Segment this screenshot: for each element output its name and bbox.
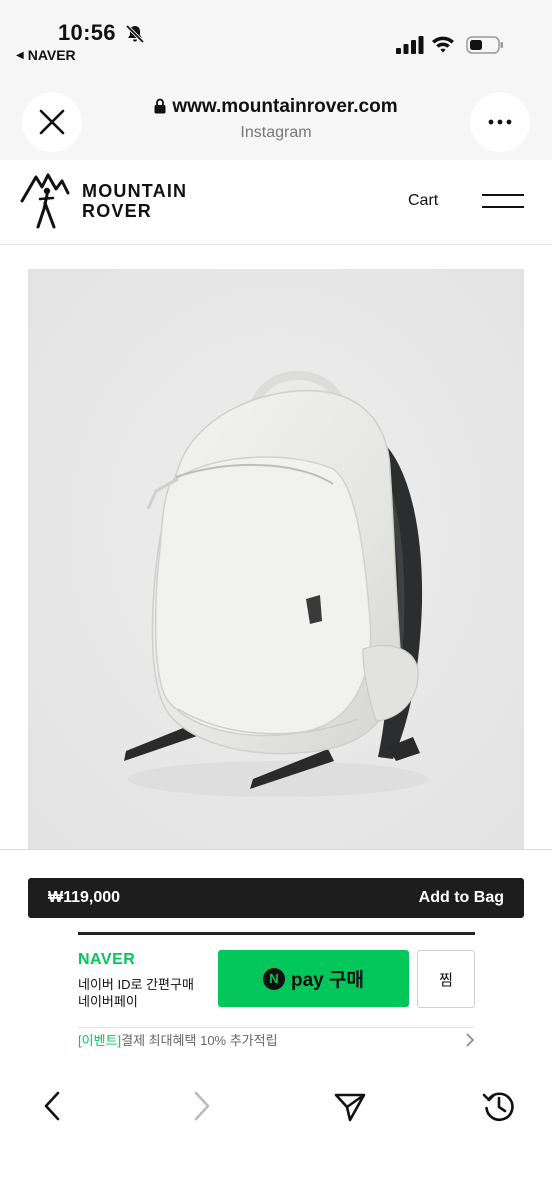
forward-icon (194, 1091, 210, 1121)
white-backpack-photo (28, 269, 524, 849)
divider (0, 849, 552, 850)
site-header: MOUNTAIN ROVER Cart (0, 160, 552, 245)
naver-desc-line-2: 네이버페이 (78, 994, 138, 1009)
event-text: 결제 최대혜택 10% 추가적립 (121, 1033, 278, 1048)
chevron-right-icon (466, 1033, 475, 1047)
npay-label: pay 구매 (291, 970, 364, 991)
naver-pay-panel: NAVER 네이버 ID로 간편구매 네이버페이 N pay 구매 찜 (78, 932, 475, 1028)
naver-event-row[interactable]: [이벤트]결제 최대혜택 10% 추가적립 (78, 1030, 475, 1052)
npay-n-icon: N (263, 967, 285, 990)
product-image[interactable] (28, 269, 524, 849)
back-to-app-link[interactable]: ◀ NAVER (16, 47, 76, 63)
url-display[interactable]: www.mountainrover.com (0, 96, 552, 118)
mountain-rover-logo-icon[interactable] (20, 171, 70, 229)
status-time: 10:56 (58, 20, 116, 45)
cart-link[interactable]: Cart (408, 192, 438, 210)
logo-line-1: MOUNTAIN (82, 181, 188, 201)
url-subtitle: Instagram (240, 124, 312, 141)
naver-brand: NAVER (78, 951, 136, 968)
wifi-icon (432, 36, 454, 53)
wishlist-button[interactable]: 찜 (417, 950, 475, 1008)
signal-icon (396, 36, 424, 54)
purchase-bar[interactable]: ₩119,000 Add to Bag (28, 878, 524, 918)
browser-bottom-bar (0, 1070, 552, 1200)
url-text: www.mountainrover.com (172, 96, 398, 117)
back-app-label: NAVER (27, 47, 76, 63)
history-button[interactable] (479, 1086, 519, 1126)
more-icon (488, 119, 512, 125)
back-icon (44, 1091, 60, 1121)
event-tag: [이벤트] (78, 1033, 122, 1048)
share-button[interactable] (330, 1086, 370, 1126)
battery-icon (466, 36, 503, 54)
history-icon (482, 1092, 514, 1122)
add-to-bag-button[interactable]: Add to Bag (419, 889, 504, 907)
more-button[interactable] (470, 92, 530, 152)
share-icon (334, 1093, 366, 1122)
browser-url-bar: www.mountainrover.com Instagram (0, 70, 552, 160)
bell-slash-icon (125, 24, 145, 44)
back-button[interactable] (32, 1086, 72, 1126)
brand-logo-text[interactable]: MOUNTAIN ROVER (82, 181, 187, 221)
forward-button[interactable] (182, 1086, 222, 1126)
logo-line-2: ROVER (82, 201, 153, 221)
npay-buy-button[interactable]: N pay 구매 (218, 950, 409, 1007)
status-bar: 10:56 ◀ NAVER (0, 0, 552, 70)
product-price: ₩119,000 (48, 889, 121, 906)
lock-icon (154, 98, 166, 114)
back-triangle-icon: ◀ (16, 49, 24, 61)
menu-icon[interactable] (482, 191, 524, 209)
